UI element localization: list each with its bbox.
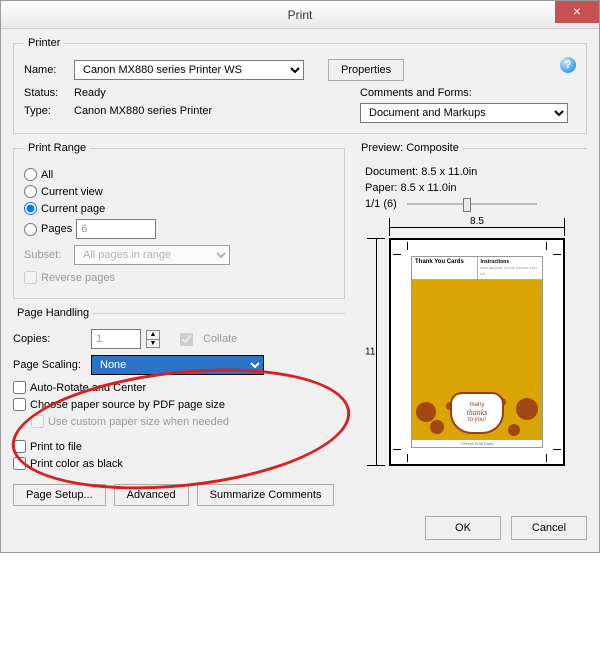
- type-label: Type:: [24, 105, 68, 117]
- preview-legend: Preview: Composite: [357, 142, 463, 154]
- print-color-black-label: Print color as black: [30, 458, 123, 470]
- range-pages-radio[interactable]: [24, 223, 37, 236]
- properties-button[interactable]: Properties: [328, 59, 404, 81]
- preview-doc: Document: 8.5 x 11.0in: [365, 166, 587, 178]
- preview-group: Preview: Composite Document: 8.5 x 11.0i…: [357, 142, 587, 466]
- window-title: Print: [288, 8, 313, 22]
- range-all-label: All: [41, 169, 53, 181]
- auto-rotate-label: Auto-Rotate and Center: [30, 382, 146, 394]
- range-all-radio[interactable]: [24, 168, 37, 181]
- advanced-button[interactable]: Advanced: [114, 484, 189, 506]
- preview-medallion: many thanks to you!: [450, 392, 504, 434]
- paper-source-label: Choose paper source by PDF page size: [30, 399, 225, 411]
- print-to-file-label: Print to file: [30, 441, 82, 453]
- copies-label: Copies:: [13, 333, 85, 345]
- printer-name-select[interactable]: Canon MX880 series Printer WS: [74, 60, 304, 80]
- comments-select[interactable]: Document and Markups: [360, 103, 568, 123]
- page-setup-button[interactable]: Page Setup...: [13, 484, 106, 506]
- spin-up-icon[interactable]: ▲: [146, 330, 160, 339]
- print-to-file-check[interactable]: [13, 440, 26, 453]
- range-currentpage-label: Current page: [41, 203, 105, 215]
- range-pages-label: Pages: [41, 223, 72, 235]
- dim-height: 11: [367, 238, 385, 466]
- preview-zoom: 1/1 (6): [365, 198, 397, 210]
- status-value: Ready: [74, 87, 106, 99]
- subset-label: Subset:: [24, 249, 68, 261]
- copies-spinner[interactable]: ▲▼: [146, 330, 160, 348]
- help-icon[interactable]: ?: [560, 57, 576, 73]
- type-value: Canon MX880 series Printer: [74, 105, 212, 117]
- summarize-comments-button[interactable]: Summarize Comments: [197, 484, 335, 506]
- range-currentpage-radio[interactable]: [24, 202, 37, 215]
- printer-legend: Printer: [24, 37, 64, 49]
- preview-page: Thank You Cards InstructionsScore along …: [389, 238, 565, 466]
- preview-instructions-title: InstructionsScore along fold, cut, fold.…: [478, 257, 543, 279]
- range-currentview-label: Current view: [41, 186, 103, 198]
- auto-rotate-check[interactable]: [13, 381, 26, 394]
- preview-paper: Paper: 8.5 x 11.0in: [365, 182, 587, 194]
- preview-frame: 8.5 11: [367, 218, 577, 466]
- range-legend: Print Range: [24, 142, 90, 154]
- status-label: Status:: [24, 87, 68, 99]
- reverse-pages-label: Reverse pages: [41, 272, 115, 284]
- page-handling-group: Page Handling Copies: ▲▼ Collate Page Sc…: [13, 307, 345, 432]
- preview-footer: ©Press Print Party: [412, 440, 542, 447]
- collate-check[interactable]: [180, 333, 193, 346]
- print-color-black-check[interactable]: [13, 457, 26, 470]
- close-button[interactable]: ×: [555, 1, 599, 23]
- spin-down-icon[interactable]: ▼: [146, 339, 160, 348]
- scaling-label: Page Scaling:: [13, 359, 85, 371]
- printer-name-label: Name:: [24, 64, 68, 76]
- range-currentview-radio[interactable]: [24, 185, 37, 198]
- print-dialog: Print × Printer ? Name: Canon MX880 seri…: [0, 0, 600, 553]
- page-scaling-select[interactable]: None: [91, 355, 264, 375]
- custom-paper-label: Use custom paper size when needed: [48, 416, 229, 428]
- comments-label: Comments and Forms:: [360, 87, 576, 99]
- ok-button[interactable]: OK: [425, 516, 501, 540]
- cancel-button[interactable]: Cancel: [511, 516, 587, 540]
- dim-width: 8.5: [389, 218, 565, 236]
- subset-select[interactable]: All pages in range: [74, 245, 230, 265]
- handling-legend: Page Handling: [13, 307, 93, 319]
- collate-label: Collate: [203, 333, 237, 345]
- print-range-group: Print Range All Current view Current pag…: [13, 142, 345, 299]
- pages-input[interactable]: [76, 219, 156, 239]
- preview-card-title: Thank You Cards: [412, 257, 478, 279]
- printer-group: Printer ? Name: Canon MX880 series Print…: [13, 37, 587, 134]
- zoom-slider[interactable]: [407, 196, 537, 212]
- paper-source-check[interactable]: [13, 398, 26, 411]
- custom-paper-check[interactable]: [31, 415, 44, 428]
- titlebar: Print ×: [1, 1, 599, 29]
- copies-input[interactable]: [91, 329, 141, 349]
- reverse-pages-check[interactable]: [24, 271, 37, 284]
